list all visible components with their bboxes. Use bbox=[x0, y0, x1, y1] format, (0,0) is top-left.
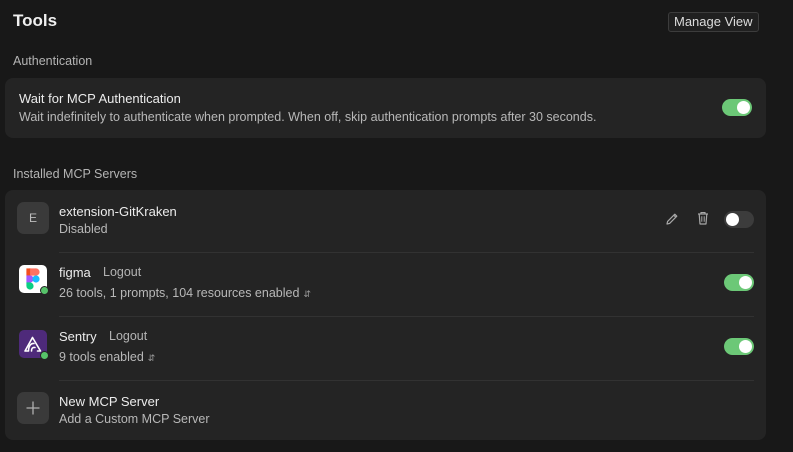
toggle-knob bbox=[726, 213, 739, 226]
sentry-tools-summary[interactable]: 9 tools enabled ⇵ bbox=[59, 350, 155, 364]
plus-icon bbox=[17, 392, 49, 424]
manage-view-button[interactable]: Manage View bbox=[668, 12, 759, 32]
gitkraken-toggle[interactable] bbox=[724, 211, 754, 228]
server-row-sentry[interactable]: Sentry Logout 9 tools enabled ⇵ bbox=[5, 317, 766, 380]
wait-for-auth-description: Wait indefinitely to authenticate when p… bbox=[19, 110, 597, 124]
server-row-gitkraken[interactable]: E extension-GitKraken Disabled bbox=[5, 190, 766, 253]
sentry-toggle[interactable] bbox=[724, 338, 754, 355]
installed-servers-section-label: Installed MCP Servers bbox=[13, 167, 138, 181]
new-mcp-server-row[interactable]: New MCP Server Add a Custom MCP Server bbox=[5, 381, 766, 440]
toggle-knob bbox=[739, 340, 752, 353]
pencil-icon[interactable] bbox=[664, 211, 680, 227]
figma-connected-indicator bbox=[40, 286, 49, 295]
page-title: Tools bbox=[13, 11, 58, 30]
avatar-letter: E bbox=[28, 211, 37, 225]
sentry-connected-indicator bbox=[40, 351, 49, 360]
new-mcp-server-title: New MCP Server bbox=[59, 394, 160, 409]
sentry-tools-summary-text: 9 tools enabled bbox=[59, 350, 144, 364]
new-mcp-server-subtitle: Add a Custom MCP Server bbox=[59, 412, 210, 426]
trash-icon[interactable] bbox=[695, 210, 711, 226]
installed-servers-card: E extension-GitKraken Disabled figma Log… bbox=[5, 190, 766, 440]
server-status-gitkraken: Disabled bbox=[59, 222, 108, 236]
figma-logout-link[interactable]: Logout bbox=[103, 265, 141, 279]
chevron-updown-icon: ⇵ bbox=[303, 289, 311, 299]
tools-settings-page: Tools Manage View Authentication Wait fo… bbox=[0, 0, 793, 452]
toggle-knob bbox=[739, 276, 752, 289]
authentication-section-label: Authentication bbox=[13, 54, 93, 68]
toggle-knob bbox=[737, 101, 750, 114]
server-name-figma: figma bbox=[59, 265, 91, 280]
server-row-figma[interactable]: figma Logout 26 tools, 1 prompts, 104 re… bbox=[5, 253, 766, 316]
figma-tools-summary[interactable]: 26 tools, 1 prompts, 104 resources enabl… bbox=[59, 286, 311, 300]
sentry-logout-link[interactable]: Logout bbox=[109, 329, 147, 343]
chevron-updown-icon: ⇵ bbox=[147, 353, 156, 363]
figma-toggle[interactable] bbox=[724, 274, 754, 291]
authentication-card: Wait for MCP Authentication Wait indefin… bbox=[5, 78, 766, 138]
server-name-gitkraken: extension-GitKraken bbox=[59, 204, 177, 219]
figma-tools-summary-text: 26 tools, 1 prompts, 104 resources enabl… bbox=[59, 286, 300, 300]
gitkraken-avatar: E bbox=[17, 202, 49, 234]
server-name-sentry: Sentry bbox=[59, 329, 97, 344]
wait-for-auth-title: Wait for MCP Authentication bbox=[19, 91, 181, 106]
wait-for-auth-toggle[interactable] bbox=[722, 99, 752, 116]
